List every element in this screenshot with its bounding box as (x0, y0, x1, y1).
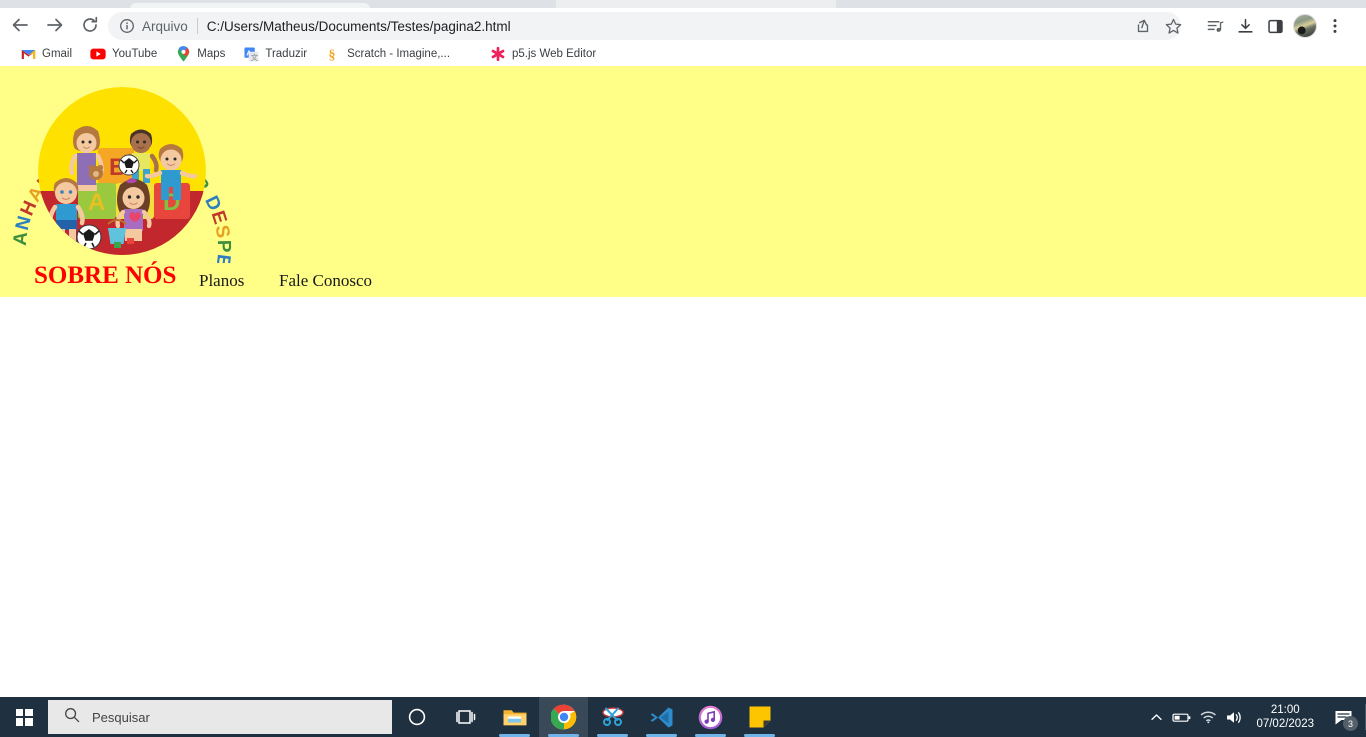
address-bar[interactable]: Arquivo C:/Users/Matheus/Documents/Teste… (108, 12, 1181, 40)
profile-avatar[interactable] (1290, 11, 1320, 41)
taskbar-app-cortana[interactable] (392, 697, 441, 737)
taskbar-app-itunes[interactable] (686, 697, 735, 737)
reading-list-icon[interactable] (1200, 11, 1230, 41)
page-body-empty (0, 297, 1366, 697)
svg-text:§: § (328, 48, 335, 62)
scratch-icon: § (325, 46, 341, 62)
bookmark-label: YouTube (112, 48, 158, 60)
taskbar-task-view[interactable] (441, 697, 490, 737)
back-button[interactable] (5, 10, 35, 40)
bookmark-label: Maps (197, 48, 226, 60)
nav-link-planos[interactable]: Planos (199, 271, 244, 291)
itunes-icon (698, 705, 723, 729)
clock-date: 07/02/2023 (1256, 718, 1314, 730)
file-explorer-icon (503, 710, 526, 726)
forward-arrow-icon (47, 18, 63, 32)
system-tray: 21:00 07/02/2023 3 (1143, 697, 1366, 737)
youtube-icon (90, 46, 106, 62)
bookmark-p5js[interactable]: p5.js Web Editor (484, 44, 602, 64)
bookmark-maps[interactable]: Maps (169, 44, 231, 64)
chrome-menu-icon[interactable] (1320, 11, 1350, 41)
svg-text:文: 文 (250, 52, 258, 62)
bookmarks-bar: Gmail YouTube Maps 文 Traduzir § Scratch … (0, 42, 1366, 66)
action-center-button[interactable]: 3 (1323, 697, 1363, 737)
bookmark-star-icon[interactable] (1158, 11, 1188, 41)
web-page-content: ACOMPANHAMENTO ESCOLAR DESPERTAR B A (0, 66, 1366, 697)
nav-link-sobre-nos[interactable]: SOBRE NÓS (34, 262, 176, 290)
taskbar-app-vscode[interactable] (637, 697, 686, 737)
gmail-icon (20, 46, 36, 62)
bookmark-scratch[interactable]: § Scratch - Imagine,... (319, 44, 456, 64)
reload-button[interactable] (75, 10, 105, 40)
search-placeholder: Pesquisar (92, 709, 150, 725)
google-maps-pin-icon (175, 46, 191, 62)
nav-link-fale-conosco[interactable]: Fale Conosco (279, 271, 372, 291)
svg-text:A: A (88, 189, 105, 216)
windows-logo (15, 708, 33, 726)
wifi-icon[interactable] (1195, 697, 1221, 737)
forward-button[interactable] (40, 10, 70, 40)
bookmark-label: p5.js Web Editor (512, 48, 597, 60)
visual-studio-code-icon (650, 707, 673, 727)
back-arrow-icon (12, 18, 28, 32)
acompanhamento-escolar-despertar-logo: ACOMPANHAMENTO ESCOLAR DESPERTAR B A (0, 66, 236, 327)
battery-icon[interactable] (1169, 697, 1195, 737)
reload-icon (83, 16, 98, 32)
cortana-icon (408, 708, 425, 726)
tab-strip (0, 0, 1366, 9)
task-view-icon (455, 710, 475, 724)
omnibox-divider (196, 18, 198, 34)
volume-icon[interactable] (1221, 697, 1247, 737)
url-text: C:/Users/Matheus/Documents/Testes/pagina… (206, 18, 511, 34)
bookmark-youtube[interactable]: YouTube (84, 44, 163, 64)
show-hidden-icons-chevron[interactable] (1143, 697, 1169, 737)
google-chrome-icon (550, 704, 576, 730)
tab-strip-empty-area (556, 0, 836, 8)
clock-time: 21:00 (1270, 704, 1300, 716)
taskbar-app-chrome[interactable] (539, 697, 588, 737)
bookmark-traduzir[interactable]: A 文 Traduzir (237, 44, 313, 64)
search-icon (64, 707, 80, 728)
taskbar-search-input[interactable]: Pesquisar (48, 700, 392, 734)
google-translate-icon: A 文 (243, 46, 259, 62)
avatar-image (1293, 14, 1317, 38)
info-circle-icon[interactable] (119, 18, 135, 34)
taskbar-app-snipping-tool[interactable] (588, 697, 637, 737)
taskbar-clock[interactable]: 21:00 07/02/2023 (1247, 697, 1323, 737)
site-navigation: SOBRE NÓS Planos Fale Conosco (0, 262, 1366, 297)
downloads-icon[interactable] (1230, 11, 1260, 41)
windows-taskbar: Pesquisar 21:00 07/02/2023 3 (0, 697, 1366, 737)
snipping-tool-icon (601, 707, 624, 726)
bookmark-gmail[interactable]: Gmail (14, 44, 78, 64)
browser-toolbar: Arquivo C:/Users/Matheus/Documents/Teste… (0, 8, 1366, 42)
logo-svg: ACOMPANHAMENTO ESCOLAR DESPERTAR B A (0, 66, 233, 327)
notification-count-badge: 3 (1343, 716, 1358, 731)
side-panel-icon[interactable] (1260, 11, 1290, 41)
p5js-asterisk-icon (490, 46, 506, 62)
sticky-notes-icon (749, 706, 770, 728)
bookmark-label: Scratch - Imagine,... (347, 48, 451, 60)
url-scheme-label: Arquivo (142, 18, 188, 34)
bookmark-label: Gmail (42, 48, 73, 60)
browser-chrome: Arquivo C:/Users/Matheus/Documents/Teste… (0, 0, 1366, 66)
taskbar-app-file-explorer[interactable] (490, 697, 539, 737)
windows-start-icon[interactable] (0, 697, 48, 737)
site-header: ACOMPANHAMENTO ESCOLAR DESPERTAR B A (0, 66, 1366, 327)
toolbar-right-icons (1128, 10, 1350, 42)
taskbar-app-sticky-notes[interactable] (735, 697, 784, 737)
bookmark-label: Traduzir (265, 48, 308, 60)
share-icon[interactable] (1128, 11, 1158, 41)
